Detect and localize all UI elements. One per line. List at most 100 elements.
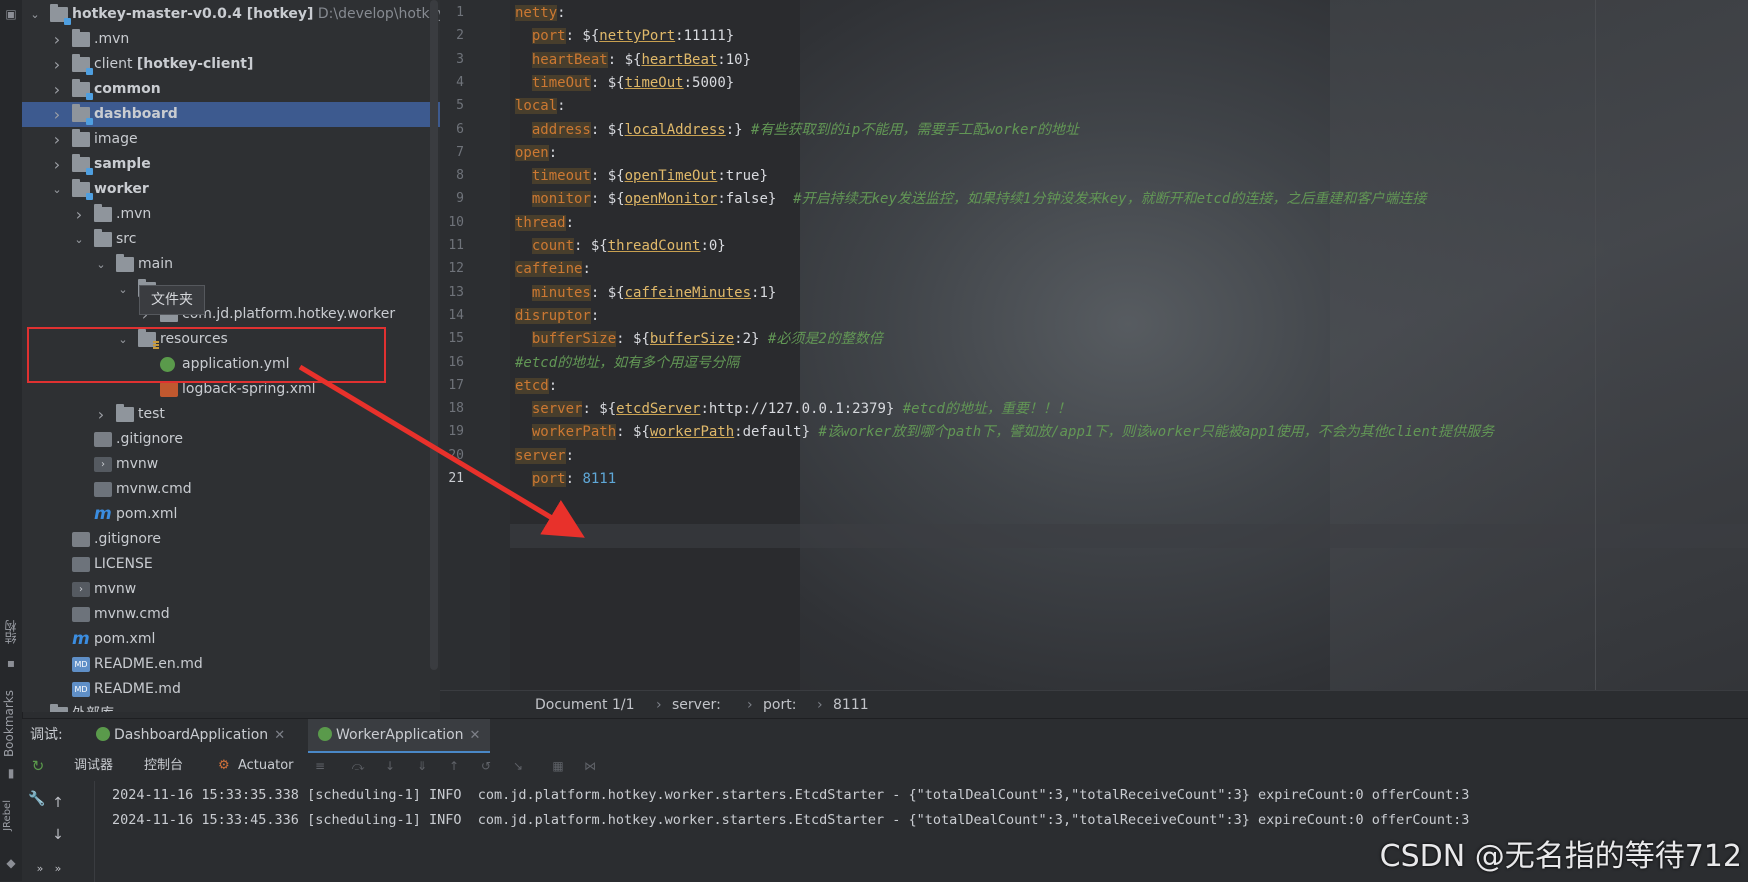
tree-item[interactable]: › common [22,77,440,102]
console-tab[interactable]: 控制台 [144,756,183,776]
folder-icon [72,129,90,147]
menu-icon[interactable]: ≡ [312,758,328,774]
code-line[interactable]: etcd: [515,376,557,396]
code-line[interactable]: heartBeat: ${heartBeat:10} [515,50,751,70]
line-number: 6 [456,121,464,137]
code-line[interactable]: port: ${nettyPort:11111} [515,26,734,46]
code-line[interactable]: workerPath: ${workerPath:default} #该work… [515,422,1494,442]
debugger-tab[interactable]: 调试器 [74,756,113,776]
tree-item[interactable]: m pom.xml [22,502,440,527]
tree-item[interactable]: mvnw.cmd [22,602,440,627]
drop-frame-icon[interactable]: ↺ [478,758,494,774]
tree-item[interactable]: ›com.jd.platform.hotkey.worker [22,302,440,327]
step-out-icon[interactable]: ↑ [446,758,462,774]
tree-item[interactable]: ⌄ hotkey-master-v0.0.4 [hotkey] D:\develo… [22,2,440,27]
code-line[interactable]: timeOut: ${timeOut:5000} [515,73,734,93]
scroll-up-icon[interactable]: ↑ [50,795,66,811]
code-line[interactable]: address: ${localAddress:} #有些获取到的ip不能用，需… [515,120,1079,140]
evaluate-icon[interactable]: ▦ [550,758,566,774]
tree-item[interactable]: › .mvn [22,27,440,52]
breadcrumb-port-value[interactable]: 8111 [833,691,869,718]
breadcrumb-port[interactable]: port: [763,691,796,718]
rerun-icon[interactable]: ↻ [30,758,46,774]
chevron-right-icon[interactable]: › [72,202,86,227]
tree-item[interactable]: ⌄ src [22,227,440,252]
tree-item[interactable]: m pom.xml [22,627,440,652]
tree-item[interactable]: › test [22,402,440,427]
trace-icon[interactable]: ⋈ [582,758,598,774]
chevron-down-icon[interactable]: ⌄ [50,177,64,202]
tree-item-label: test [138,406,165,422]
breadcrumb-document[interactable]: Document 1/1 [535,691,635,718]
wrench-icon[interactable]: 🔧 [28,791,45,807]
expand-more-icon[interactable]: » [50,861,66,877]
chevron-right-icon[interactable]: › [50,127,64,152]
chevron-down-icon[interactable]: ⌄ [72,227,86,252]
code-line[interactable]: netty: [515,3,566,23]
chevron-right-icon[interactable]: › [50,102,64,127]
scroll-down-icon[interactable]: ↓ [50,827,66,843]
tree-item[interactable]: › mvnw [22,452,440,477]
project-tool-icon[interactable]: ▣ [3,6,19,22]
code-line[interactable]: bufferSize: ${bufferSize:2} #必须是2的整数倍 [515,329,883,349]
tree-item[interactable]: › image [22,127,440,152]
tree-item[interactable]: MD README.md [22,677,440,702]
chevron-down-icon[interactable]: ⌄ [28,2,42,27]
jrebel-tool-label[interactable]: JRebel [2,800,13,831]
code-line[interactable]: #etcd的地址，如有多个用逗号分隔 [515,353,739,373]
tab-worker-application[interactable]: WorkerApplication ✕ [308,719,491,753]
code-line[interactable]: minutes: ${caffeineMinutes:1} [515,283,776,303]
tree-item[interactable]: .gitignore [22,527,440,552]
tree-item[interactable]: › mvnw [22,577,440,602]
line-number: 12 [448,261,464,277]
actuator-tab[interactable]: Actuator [238,756,294,776]
tree-item[interactable]: LICENSE [22,552,440,577]
expand-icon[interactable]: » [32,861,48,877]
close-icon[interactable]: ✕ [470,728,481,743]
code-line[interactable]: monitor: ${openMonitor:false} #开启持续无key发… [515,189,1426,209]
tree-item[interactable]: › .mvn [22,202,440,227]
step-into-icon[interactable]: ↓ [382,758,398,774]
chevron-right-icon[interactable]: › [50,152,64,177]
code-editor[interactable]: 1 2 3 4 5 6 7 8 9 10 11 12 13 14 15 16 17 18 19 20 21 netty:… [440,0,1748,718]
code-line[interactable]: timeout: ${openTimeOut:true} [515,166,768,186]
chevron-right-icon[interactable]: › [50,52,64,77]
tree-item[interactable]: › dashboard [22,102,440,127]
chevron-right-icon[interactable]: › [50,27,64,52]
code-line[interactable]: count: ${threadCount:0} [515,236,726,256]
chevron-down-icon[interactable]: ⌄ [116,277,130,302]
code-line[interactable]: caffeine: [515,259,591,279]
tree-item-label: worker [94,181,149,197]
code-line[interactable]: disruptor: [515,306,599,326]
run-to-cursor-icon[interactable]: ↘ [510,758,526,774]
code-line[interactable]: thread: [515,213,574,233]
code-line[interactable]: server: ${etcdServer:http://127.0.0.1:23… [515,399,1071,419]
breadcrumb-server[interactable]: server: [672,691,721,718]
tree-item[interactable]: ⌄ worker [22,177,440,202]
tree-item[interactable]: › 外部库 [22,702,440,712]
current-line-highlight [510,524,1748,548]
code-line[interactable]: server: [515,446,574,466]
chevron-right-icon[interactable]: › [94,402,108,427]
project-scrollbar[interactable] [430,0,438,670]
tree-item[interactable]: ⌄ main [22,252,440,277]
bookmarks-tool-label[interactable]: Bookmarks [2,690,16,757]
debug-tab-bar: 调试: DashboardApplication ✕ WorkerApplicat… [22,719,1748,753]
tree-item[interactable]: .gitignore [22,427,440,452]
tree-item[interactable]: › sample [22,152,440,177]
tree-item[interactable]: MD README.en.md [22,652,440,677]
step-over-icon[interactable]: ⤼ [350,758,366,774]
chevron-right-icon[interactable]: › [28,702,42,712]
close-icon[interactable]: ✕ [274,728,285,743]
code-line[interactable]: port: 8111 [515,469,616,489]
force-step-into-icon[interactable]: ⇓ [414,758,430,774]
tab-dashboard-application[interactable]: DashboardApplication ✕ [84,719,297,751]
structure-tool-label[interactable]: 结构 [2,620,19,644]
tree-item[interactable]: › client [hotkey-client] [22,52,440,77]
tree-item[interactable]: ⌄ [22,277,440,302]
tree-item[interactable]: mvnw.cmd [22,477,440,502]
code-line[interactable]: open: [515,143,557,163]
code-line[interactable]: local: [515,96,566,116]
chevron-down-icon[interactable]: ⌄ [94,252,108,277]
chevron-right-icon[interactable]: › [50,77,64,102]
